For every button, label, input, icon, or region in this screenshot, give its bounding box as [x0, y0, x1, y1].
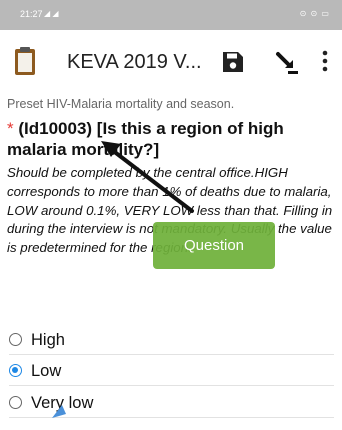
option-low[interactable]: Low: [9, 359, 334, 386]
save-icon[interactable]: [222, 51, 244, 73]
status-icons: ⊙ ⊙ ▭: [299, 9, 330, 18]
radio-unchecked-icon[interactable]: [9, 333, 22, 346]
status-time: 21:27: [20, 9, 43, 19]
pin-icon[interactable]: [274, 50, 300, 76]
section-subtitle: Preset HIV-Malaria mortality and season.: [7, 97, 235, 111]
question-text: (Id10003) [Is this a region of high mala…: [7, 119, 284, 159]
option-label: Low: [31, 362, 62, 380]
question-label: * (Id10003) [Is this a region of high ma…: [7, 118, 339, 160]
app-title: KEVA 2019 V...: [67, 51, 202, 73]
annotation-tooltip: Question: [153, 222, 275, 269]
signal-icon: ◢ ◢: [44, 9, 59, 18]
option-label: Very low: [31, 394, 94, 412]
option-label: High: [31, 331, 65, 349]
status-bar: 21:27 ◢ ◢ ⊙ ⊙ ▭: [0, 0, 342, 30]
more-vert-icon[interactable]: [322, 50, 328, 72]
option-high[interactable]: High: [9, 328, 334, 355]
radio-checked-icon[interactable]: [9, 364, 22, 377]
app-bar: KEVA 2019 V...: [0, 30, 342, 93]
required-marker: *: [7, 119, 14, 138]
clipboard-icon: [15, 47, 35, 75]
option-very-low[interactable]: Very low: [9, 391, 334, 418]
radio-unchecked-icon[interactable]: [9, 396, 22, 409]
